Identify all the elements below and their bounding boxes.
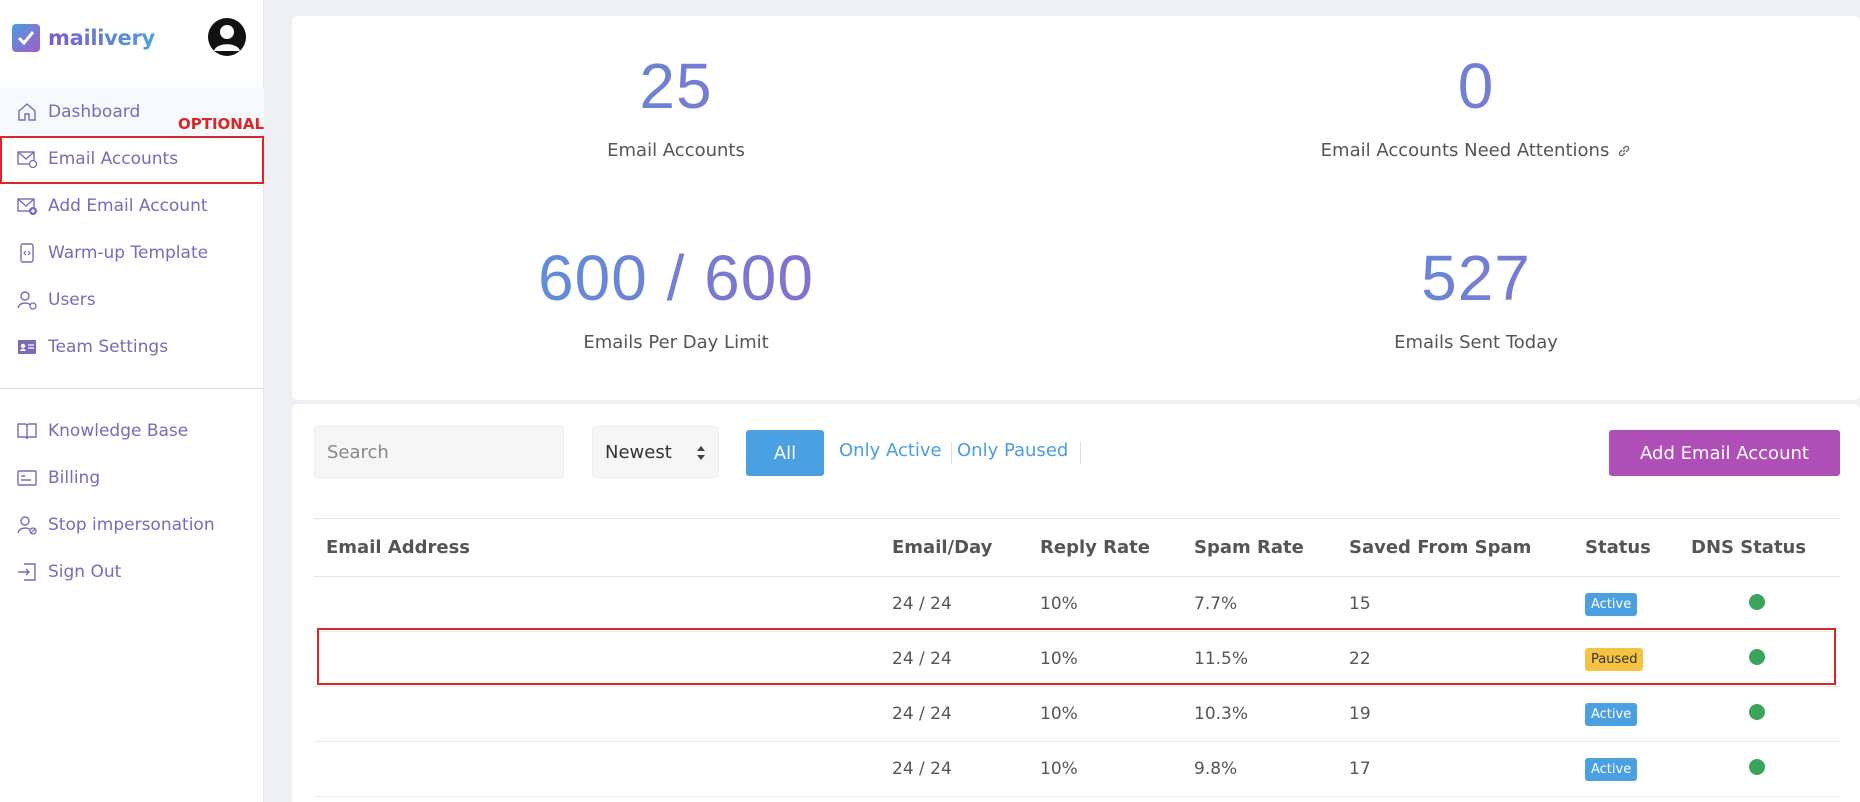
status-badge: Active <box>1585 757 1638 781</box>
stat-value: 25 <box>376 54 976 118</box>
cell-dns <box>1679 741 1840 797</box>
cell-saved: 17 <box>1337 741 1573 797</box>
cell-per-day: 24 / 24 <box>880 686 1028 742</box>
stat-label: Email Accounts Need Attentions <box>1176 140 1776 161</box>
cell-dns <box>1679 576 1840 632</box>
stat-email-accounts: 25 Email Accounts <box>376 54 976 161</box>
cell-saved: 15 <box>1337 576 1573 632</box>
stat-emails-per-day: 600 / 600 Emails Per Day Limit <box>376 246 976 353</box>
col-saved-from-spam[interactable]: Saved From Spam <box>1337 518 1573 577</box>
sort-value: Newest <box>605 441 672 463</box>
stats-card: 25 Email Accounts 0 Email Accounts Need … <box>292 16 1860 400</box>
stat-label: Email Accounts <box>607 140 745 161</box>
search-input[interactable] <box>314 426 564 478</box>
optional-annotation: OPTIONAL <box>178 115 265 133</box>
highlight-email-accounts <box>0 136 264 184</box>
col-reply-rate[interactable]: Reply Rate <box>1028 518 1182 577</box>
col-status[interactable]: Status <box>1573 518 1679 577</box>
user-stop-icon <box>17 515 37 535</box>
col-spam-rate[interactable]: Spam Rate <box>1182 518 1337 577</box>
mail-plus-icon <box>17 197 37 215</box>
credit-card-icon <box>17 469 37 486</box>
table-row[interactable]: 24 / 24 10% 9.8% 17 Active <box>314 741 1840 797</box>
sidebar-divider <box>0 388 264 389</box>
sidebar-item-stop-impersonation[interactable]: Stop impersonation <box>0 501 264 548</box>
sidebar-item-label: Dashboard <box>48 101 141 122</box>
avatar[interactable] <box>208 18 246 56</box>
cell-spam-rate: 9.8% <box>1182 741 1337 797</box>
sign-out-icon <box>18 562 36 581</box>
cell-spam-rate: 7.7% <box>1182 576 1337 632</box>
cell-spam-rate: 10.3% <box>1182 686 1337 742</box>
cell-per-day: 24 / 24 <box>880 576 1028 632</box>
sidebar-item-label: Warm-up Template <box>48 242 209 263</box>
sidebar-item-label: Billing <box>48 467 101 488</box>
sidebar-item-label: Knowledge Base <box>48 420 189 441</box>
dns-ok-indicator <box>1749 593 1765 610</box>
stat-emails-sent-today: 527 Emails Sent Today <box>1176 246 1776 353</box>
stat-label: Emails Sent Today <box>1394 332 1558 353</box>
cell-dns <box>1679 686 1840 742</box>
cell-reply-rate: 10% <box>1028 686 1182 742</box>
cell-status: Active <box>1573 741 1679 797</box>
cell-email[interactable] <box>314 741 880 797</box>
home-icon <box>18 102 36 121</box>
filter-divider <box>951 442 952 464</box>
table-header-row: Email Address Email/Day Reply Rate Spam … <box>314 518 1840 577</box>
user-gear-icon <box>17 290 37 310</box>
cell-reply-rate: 10% <box>1028 741 1182 797</box>
cell-status: Active <box>1573 686 1679 742</box>
filter-all-button[interactable]: All <box>746 430 824 476</box>
table-row[interactable]: 24 / 24 10% 7.7% 15 Active <box>314 576 1840 632</box>
filter-only-paused[interactable]: Only Paused <box>957 440 1068 461</box>
brand-logo[interactable]: mailivery <box>12 24 155 52</box>
col-email-address[interactable]: Email Address <box>314 518 880 577</box>
sidebar-item-add-email-account[interactable]: Add Email Account <box>0 182 264 229</box>
dns-ok-indicator <box>1749 758 1765 775</box>
cell-email[interactable] <box>314 576 880 632</box>
col-dns-status[interactable]: DNS Status <box>1679 518 1840 577</box>
stat-value: 0 <box>1176 54 1776 118</box>
status-badge: Active <box>1585 592 1638 616</box>
sidebar-item-label: Stop impersonation <box>48 514 215 535</box>
stat-label-text: Email Accounts Need Attentions <box>1320 140 1610 161</box>
sidebar-item-billing[interactable]: Billing <box>0 454 264 501</box>
accounts-card: Newest All Only Active Only Paused Add E… <box>292 404 1860 802</box>
stat-label: Emails Per Day Limit <box>583 332 769 353</box>
stat-value: 527 <box>1176 246 1776 310</box>
code-file-icon <box>20 242 34 263</box>
sidebar-item-label: Team Settings <box>48 336 169 357</box>
sidebar-item-knowledge-base[interactable]: Knowledge Base <box>0 407 264 454</box>
id-card-icon <box>18 339 36 354</box>
sort-select[interactable]: Newest <box>592 426 719 478</box>
table-row[interactable]: 24 / 24 10% 10.3% 19 Active <box>314 686 1840 742</box>
sidebar-item-label: Add Email Account <box>48 195 208 216</box>
cell-status: Active <box>1573 576 1679 632</box>
sidebar-item-sign-out[interactable]: Sign Out <box>0 548 264 595</box>
stat-value: 600 / 600 <box>376 246 976 310</box>
status-badge: Active <box>1585 702 1638 726</box>
link-icon[interactable] <box>1617 144 1631 158</box>
sidebar-item-warmup-template[interactable]: Warm-up Template <box>0 229 264 276</box>
highlight-paused-row <box>317 628 1836 685</box>
cell-per-day: 24 / 24 <box>880 741 1028 797</box>
sidebar-item-team-settings[interactable]: Team Settings <box>0 323 264 370</box>
cell-reply-rate: 10% <box>1028 576 1182 632</box>
add-email-account-button[interactable]: Add Email Account <box>1609 430 1840 476</box>
book-icon <box>17 422 37 439</box>
logo-check-icon <box>12 24 40 52</box>
sidebar-item-users[interactable]: Users <box>0 276 264 323</box>
sidebar-item-label: Users <box>48 289 96 310</box>
dns-ok-indicator <box>1749 703 1765 720</box>
filter-divider <box>1080 442 1081 464</box>
cell-saved: 19 <box>1337 686 1573 742</box>
sort-caret-icon <box>697 446 705 460</box>
brand-name: mailivery <box>48 26 155 50</box>
stat-need-attention[interactable]: 0 Email Accounts Need Attentions <box>1176 54 1776 161</box>
col-email-per-day[interactable]: Email/Day <box>880 518 1028 577</box>
cell-email[interactable] <box>314 686 880 742</box>
filter-only-active[interactable]: Only Active <box>839 440 942 461</box>
sidebar-item-label: Sign Out <box>48 561 122 582</box>
